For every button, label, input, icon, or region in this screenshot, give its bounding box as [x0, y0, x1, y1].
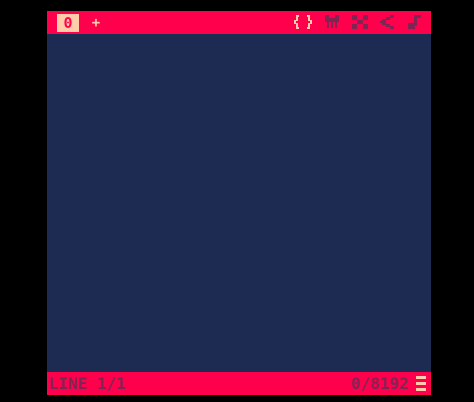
character-count: 0/8192	[351, 374, 409, 393]
code-editor-button[interactable]	[292, 13, 314, 33]
scroll-handle-icon[interactable]	[416, 376, 426, 391]
music-editor-button[interactable]	[403, 13, 425, 33]
music-icon	[408, 15, 421, 29]
line-indicator: LINE 1/1	[49, 374, 127, 393]
sprite-icon	[325, 15, 339, 28]
top-toolbar: 0 +	[47, 11, 431, 34]
code-editor-window: 0 + LINE 1/1 0/8192	[47, 11, 431, 395]
map-editor-button[interactable]	[349, 13, 371, 33]
sfx-icon	[380, 15, 394, 29]
code-text-area[interactable]	[47, 34, 431, 372]
code-braces-icon	[294, 15, 312, 29]
sfx-editor-button[interactable]	[376, 13, 398, 33]
map-icon	[352, 15, 368, 29]
add-tab-button[interactable]: +	[90, 14, 102, 32]
status-bar: LINE 1/1 0/8192	[47, 372, 431, 395]
sprite-editor-button[interactable]	[321, 13, 343, 33]
code-tab-0[interactable]: 0	[57, 14, 79, 32]
